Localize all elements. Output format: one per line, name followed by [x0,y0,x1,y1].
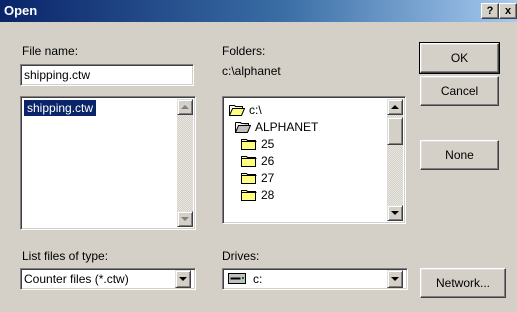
file-type-value: Counter files (*.ctw) [24,272,129,286]
scroll-down-button[interactable] [177,211,193,227]
file-list[interactable]: shipping.ctw [20,96,196,230]
chevron-down-icon [391,277,399,281]
scroll-up-button[interactable] [387,99,403,115]
help-button[interactable]: ? [481,3,499,19]
folder-tree[interactable]: c:\ ALPHANET 25 26 27 28 [222,96,406,224]
file-type-dropdown-button[interactable] [175,270,191,288]
arrow-down-icon [181,217,189,221]
folder-icon [241,156,257,167]
open-folder-icon [229,105,245,116]
file-name-value: shipping.ctw [24,68,91,82]
file-type-label: List files of type: [22,249,109,263]
folders-label: Folders: [222,44,266,58]
folder-label: ALPHANET [255,119,319,134]
ok-button[interactable]: OK [419,42,500,74]
folder-icon [241,190,257,201]
list-item[interactable]: shipping.ctw [24,100,97,116]
folder-icon [241,139,257,150]
file-list-scrollbar[interactable] [177,99,193,227]
folder-item-27[interactable]: 27 [241,169,274,186]
chevron-down-icon [179,277,187,281]
folder-item-28[interactable]: 28 [241,186,274,203]
arrow-up-icon [391,105,399,109]
scroll-up-button[interactable] [177,99,193,115]
close-button[interactable]: x [499,3,517,19]
folder-label: 26 [261,153,275,168]
none-button[interactable]: None [420,140,499,170]
file-type-select[interactable]: Counter files (*.ctw) [20,268,196,290]
scroll-thumb[interactable] [387,117,403,145]
title-bar [0,0,517,22]
network-button[interactable]: Network... [420,268,506,298]
arrow-up-icon [181,105,189,109]
window-title: Open [4,3,38,18]
folder-label: 28 [261,187,275,202]
folder-label: 25 [261,136,275,151]
open-folder-icon [235,122,251,133]
folder-item-alphanet[interactable]: ALPHANET [235,118,318,135]
folder-item-25[interactable]: 25 [241,135,274,152]
folder-item-26[interactable]: 26 [241,152,274,169]
drive-icon [228,273,246,284]
folder-item-c[interactable]: c:\ [229,101,262,118]
folder-label: 27 [261,170,275,185]
folder-label: c:\ [249,102,262,117]
cancel-button[interactable]: Cancel [420,76,499,106]
drives-value: c: [253,272,263,286]
folder-icon [241,173,257,184]
drives-dropdown-button[interactable] [387,270,403,288]
drives-label: Drives: [222,249,260,263]
file-name-label: File name: [22,44,79,58]
arrow-down-icon [391,211,399,215]
folders-path: c:\alphanet [222,64,281,78]
scroll-down-button[interactable] [387,205,403,221]
file-name-input[interactable]: shipping.ctw [20,64,194,86]
drives-select[interactable]: c: [222,268,408,290]
